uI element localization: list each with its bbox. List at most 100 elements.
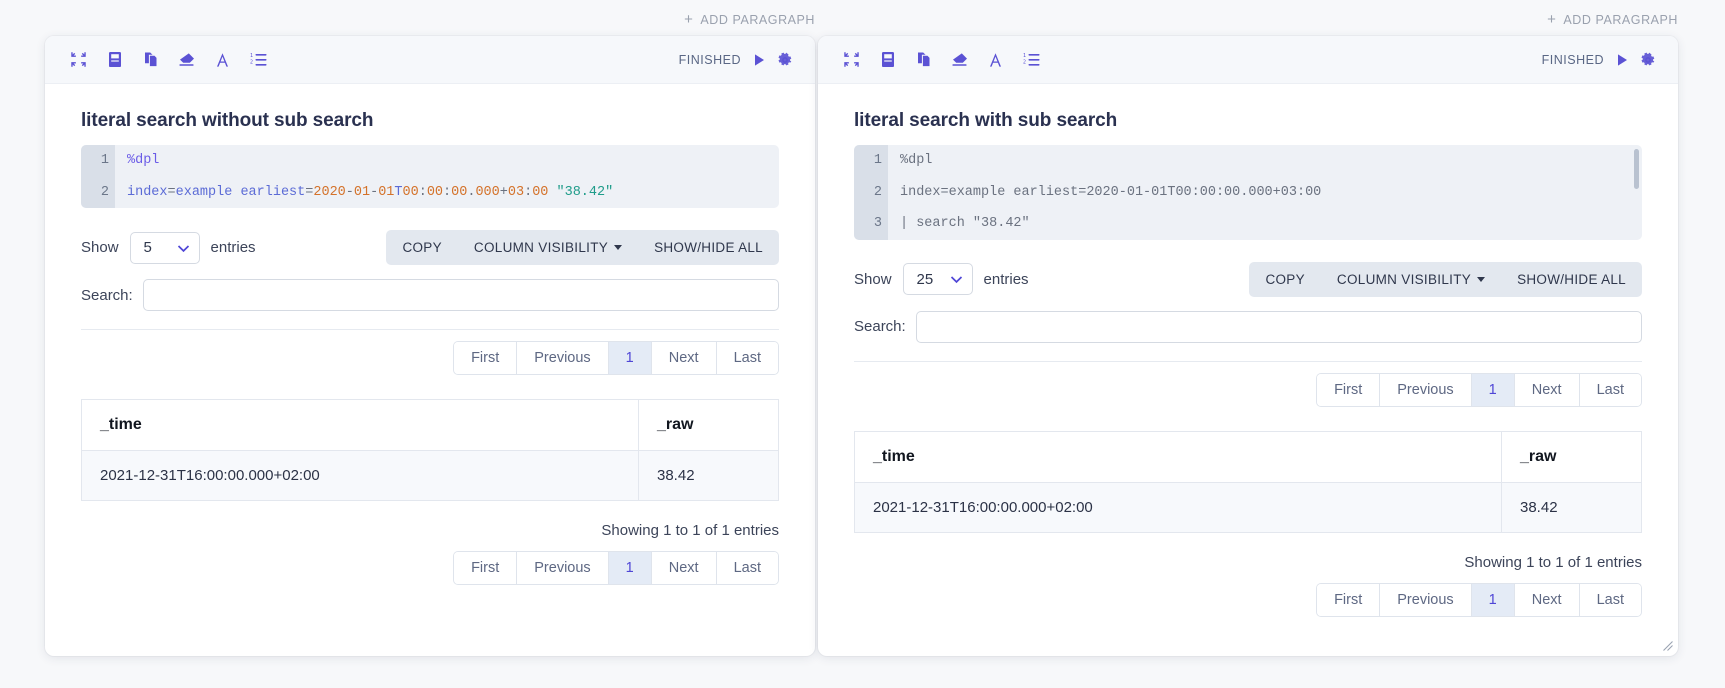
code-editor-left[interactable]: 1 %dpl 2 index=example earliest=2020-01-… [81,145,779,208]
search-row-right: Search: [854,310,1642,343]
page-length-group: Show 25 entries [854,263,1029,295]
cell-time: 2021-12-31T16:00:00.000+02:00 [854,482,1502,532]
table-info-left: Showing 1 to 1 of 1 entries [601,522,779,539]
page-previous-button[interactable]: Previous [1380,583,1472,616]
table-row: 2021-12-31T16:00:00.000+02:00 38.42 [81,450,779,501]
page-number-button[interactable]: 1 [1471,583,1515,616]
paragraph-card-left: 1 2 FINISHED literal search without sub … [45,36,815,656]
table-controls-right: Show 25 entries COPY COLUMN VISIBILITY S… [854,261,1642,297]
page-first-button[interactable]: First [454,342,518,374]
column-visibility-button[interactable]: COLUMN VISIBILITY [1321,262,1501,297]
pagination-top-left: First Previous 1 Next Last [81,341,779,375]
page-number-button[interactable]: 1 [1471,373,1515,406]
resize-handle[interactable] [1663,641,1673,651]
page-first-button[interactable]: First [1317,373,1381,406]
caret-down-icon [1477,276,1486,282]
page-previous-button[interactable]: Previous [517,342,609,374]
page-number-button[interactable]: 1 [608,552,652,584]
search-input[interactable] [915,310,1642,343]
table-info-right: Showing 1 to 1 of 1 entries [1464,553,1642,571]
page-length-value: 25 [916,270,934,288]
copy-button[interactable]: COPY [1249,262,1320,297]
show-label: Show [81,239,119,256]
results-table-right: _time _raw 2021-12-31T16:00:00.000+02:00… [854,430,1642,533]
page-first-button[interactable]: First [454,552,518,584]
code-line: 1 %dpl [854,145,1642,177]
status-badge: FINISHED [678,52,741,67]
page-length-select[interactable]: 25 [902,263,973,295]
svg-text:2: 2 [1023,60,1026,66]
column-visibility-label: COLUMN VISIBILITY [473,240,609,255]
cell-raw: 38.42 [638,450,779,501]
add-paragraph-button-left[interactable]: + ADD PARAGRAPH [45,12,815,27]
font-size-icon[interactable] [213,50,232,69]
paragraph-body-right: literal search with sub search 1 %dpl 2 … [818,84,1678,617]
svg-text:2: 2 [250,60,253,66]
paragraph-toolbar-right: 1 2 FINISHED [818,36,1678,84]
page-next-button[interactable]: Next [1514,583,1580,616]
gear-icon[interactable] [777,52,793,68]
list-icon[interactable]: 1 2 [1022,50,1041,69]
add-paragraph-label: ADD PARAGRAPH [1563,12,1678,27]
copy-button[interactable]: COPY [386,230,457,265]
code-text: | search "38.42" [900,216,1030,231]
chevron-down-icon [950,271,963,288]
page-title: literal search without sub search [81,110,374,131]
code-editor-right[interactable]: 1 %dpl 2 index=example earliest=2020-01-… [854,145,1642,240]
page-last-button[interactable]: Last [1579,583,1641,616]
code-line: 2 index=example earliest=2020-01-01T00:0… [81,176,779,208]
page-length-group: Show 5 entries [81,231,256,264]
show-label: Show [854,270,892,288]
svg-text:1: 1 [250,53,253,59]
column-header-time[interactable]: _time [81,399,639,451]
editor-scrollbar[interactable] [1634,149,1639,189]
page-next-button[interactable]: Next [1514,373,1580,406]
line-number: 3 [854,208,888,240]
page-previous-button[interactable]: Previous [517,552,609,584]
copy-icon[interactable] [914,50,933,69]
copy-icon[interactable] [141,50,160,69]
line-number: 2 [81,176,115,208]
page-last-button[interactable]: Last [716,552,778,584]
chevron-down-icon [177,239,190,256]
column-header-time[interactable]: _time [854,431,1502,483]
column-header-raw[interactable]: _raw [1501,431,1642,483]
pagination-bottom-right: First Previous 1 Next Last [854,582,1642,617]
book-icon[interactable] [105,50,124,69]
page-next-button[interactable]: Next [651,342,717,374]
show-hide-all-button[interactable]: SHOW/HIDE ALL [1501,262,1642,297]
collapse-arrows-icon[interactable] [69,50,88,69]
search-label: Search: [854,318,906,335]
add-paragraph-button-right[interactable]: + ADD PARAGRAPH [818,12,1678,27]
page-last-button[interactable]: Last [1579,373,1641,406]
play-icon[interactable] [752,53,766,67]
column-header-raw[interactable]: _raw [638,399,779,451]
column-visibility-label: COLUMN VISIBILITY [1336,271,1472,287]
list-icon[interactable]: 1 2 [249,50,268,69]
pagination-bottom-left: First Previous 1 Next Last [81,551,779,585]
divider [81,329,779,330]
page-last-button[interactable]: Last [716,342,778,374]
page-previous-button[interactable]: Previous [1380,373,1472,406]
plus-icon: + [1547,11,1557,28]
show-hide-all-button[interactable]: SHOW/HIDE ALL [638,230,779,265]
eraser-icon[interactable] [950,50,969,69]
font-size-icon[interactable] [986,50,1005,69]
collapse-arrows-icon[interactable] [842,50,861,69]
gear-icon[interactable] [1640,52,1656,68]
table-button-group: COPY COLUMN VISIBILITY SHOW/HIDE ALL [1249,261,1642,297]
column-visibility-button[interactable]: COLUMN VISIBILITY [458,230,638,265]
play-icon[interactable] [1615,53,1629,67]
book-icon[interactable] [878,50,897,69]
line-number: 2 [854,176,888,208]
page-length-select[interactable]: 5 [129,231,200,264]
divider [854,360,1642,362]
search-input[interactable] [142,279,779,311]
page-number-button[interactable]: 1 [608,342,652,374]
results-table-left: _time _raw 2021-12-31T16:00:00.000+02:00… [81,399,779,501]
page-next-button[interactable]: Next [651,552,717,584]
table-button-group: COPY COLUMN VISIBILITY SHOW/HIDE ALL [386,230,779,265]
page-first-button[interactable]: First [1317,583,1381,616]
page-title: literal search with sub search [854,110,1118,131]
eraser-icon[interactable] [177,50,196,69]
